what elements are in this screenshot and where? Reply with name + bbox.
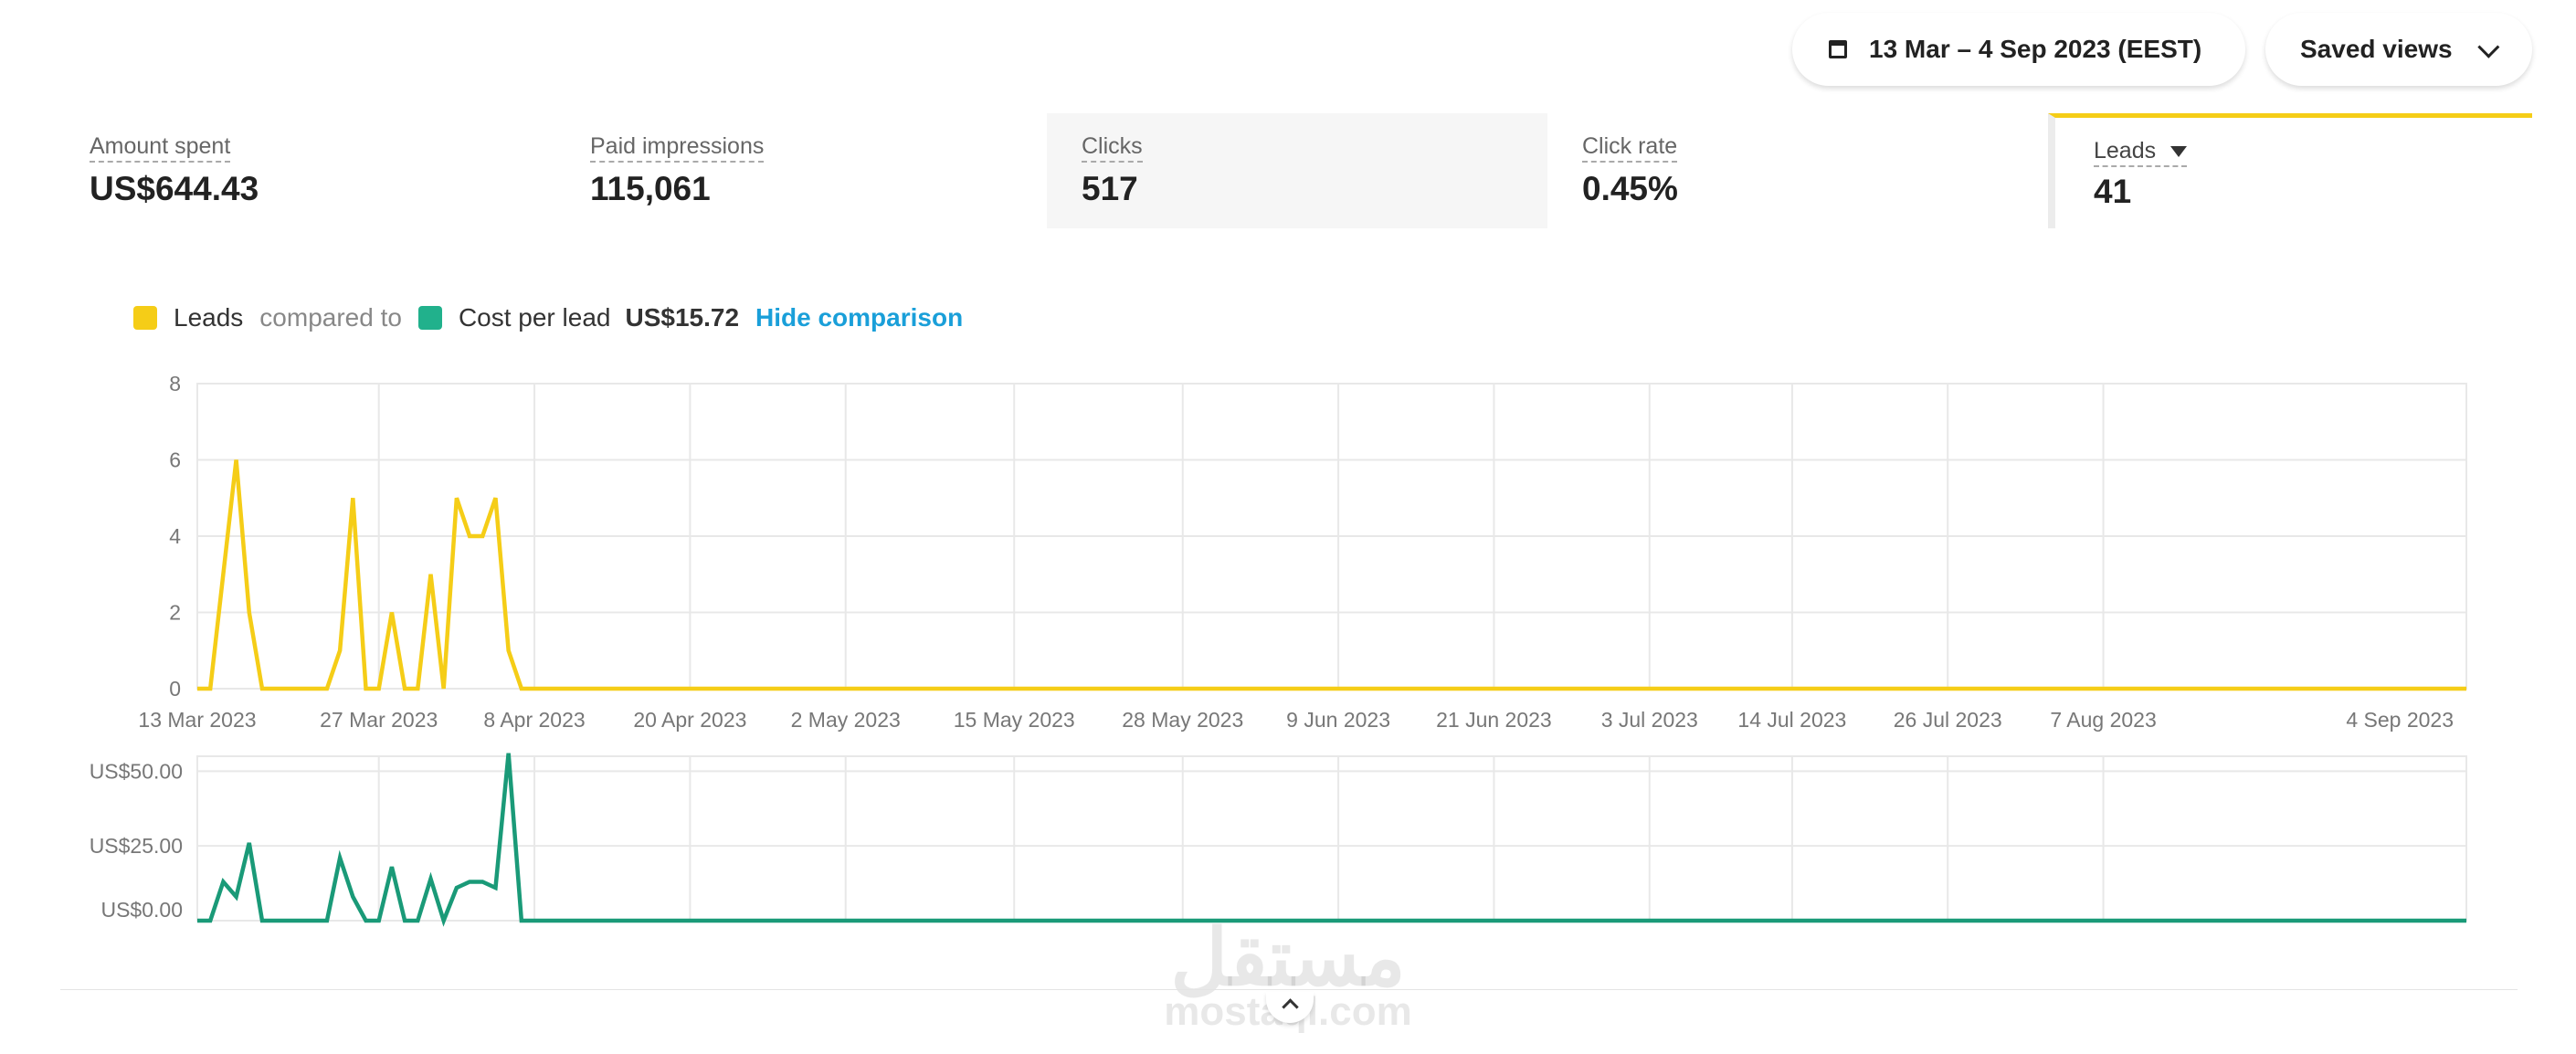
legend-compared-to: compared to xyxy=(259,303,402,332)
leads-series-line xyxy=(197,459,2466,691)
y-tick-label: US$50.00 xyxy=(90,759,183,783)
y-tick-label: 2 xyxy=(169,601,181,625)
y-tick-label: US$0.00 xyxy=(100,898,183,922)
x-tick-label: 26 Jul 2023 xyxy=(1894,708,2002,732)
metric-value: 517 xyxy=(1082,170,1138,207)
calendar-icon xyxy=(1829,40,1847,58)
saved-views-dropdown[interactable]: Saved views xyxy=(2265,13,2532,86)
metric-value: US$644.43 xyxy=(90,170,259,207)
y-tick-label: 6 xyxy=(169,448,181,472)
y-tick-label: 8 xyxy=(169,372,181,395)
metric-click-rate[interactable]: Click rate 0.45% xyxy=(1547,113,2048,228)
metric-leads-selected[interactable]: Leads 41 xyxy=(2048,113,2532,228)
metric-paid-impressions[interactable]: Paid impressions 115,061 xyxy=(555,113,1056,228)
metric-label: Amount spent xyxy=(90,133,231,163)
cost-per-lead-value: US$15.72 xyxy=(625,303,740,332)
cost-per-lead-series-line xyxy=(197,753,2466,927)
metric-label: Clicks xyxy=(1082,133,1143,163)
metric-value: 0.45% xyxy=(1582,170,1678,207)
x-tick-label: 4 Sep 2023 xyxy=(2346,708,2454,732)
x-tick-label: 8 Apr 2023 xyxy=(483,708,585,732)
x-tick-label: 21 Jun 2023 xyxy=(1436,708,1552,732)
x-tick-label: 28 May 2023 xyxy=(1122,708,1243,732)
x-tick-label: 7 Aug 2023 xyxy=(2050,708,2156,732)
chevron-down-icon xyxy=(2476,36,2499,58)
metric-clicks[interactable]: Clicks 517 xyxy=(1047,113,1547,228)
metric-label: Click rate xyxy=(1582,133,1678,163)
saved-views-label: Saved views xyxy=(2300,35,2453,63)
chart-legend: Leads compared to Cost per lead US$15.72… xyxy=(133,300,963,336)
chart-frame xyxy=(196,383,2467,690)
x-tick-label: 13 Mar 2023 xyxy=(138,708,256,732)
leads-swatch xyxy=(133,306,157,330)
x-tick-label: 3 Jul 2023 xyxy=(1601,708,1698,732)
x-tick-label: 15 May 2023 xyxy=(954,708,1075,732)
metric-label: Paid impressions xyxy=(590,133,765,163)
legend-leads: Leads xyxy=(174,303,244,332)
collapse-chart-button[interactable] xyxy=(1266,992,1314,1023)
metric-label[interactable]: Leads xyxy=(2094,138,2188,167)
x-tick-label: 20 Apr 2023 xyxy=(633,708,746,732)
metric-value: 41 xyxy=(2094,173,2132,210)
cost-chart-frame xyxy=(196,755,2467,922)
metric-value: 115,061 xyxy=(590,170,711,207)
x-tick-label: 9 Jun 2023 xyxy=(1286,708,1390,732)
legend-cost-per-lead: Cost per lead xyxy=(458,303,611,332)
y-tick-label: 4 xyxy=(169,524,181,548)
metric-leads-label: Leads xyxy=(2094,138,2157,163)
section-divider xyxy=(60,989,2518,990)
x-tick-label: 14 Jul 2023 xyxy=(1737,708,1846,732)
y-tick-label: 0 xyxy=(169,677,181,701)
date-range-picker[interactable]: 13 Mar – 4 Sep 2023 (EEST) xyxy=(1792,13,2245,86)
date-range-label: 13 Mar – 4 Sep 2023 (EEST) xyxy=(1869,35,2202,63)
y-tick-label: US$25.00 xyxy=(90,834,183,858)
x-tick-label: 2 May 2023 xyxy=(791,708,901,732)
x-tick-label: 27 Mar 2023 xyxy=(320,708,438,732)
cost-per-lead-swatch xyxy=(417,306,442,330)
metric-amount-spent[interactable]: Amount spent US$644.43 xyxy=(55,113,555,228)
hide-comparison-link[interactable]: Hide comparison xyxy=(755,303,963,332)
chevron-up-icon xyxy=(1282,998,1299,1016)
caret-down-icon xyxy=(2170,146,2188,158)
